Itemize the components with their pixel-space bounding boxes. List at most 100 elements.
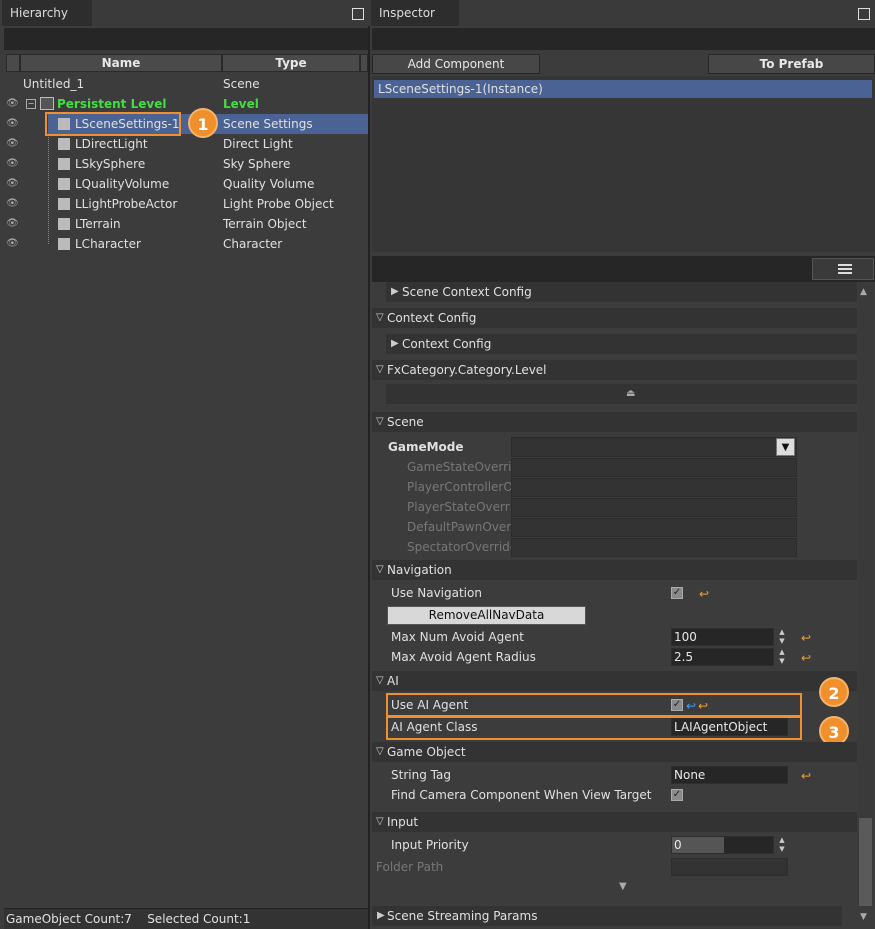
section-context-config[interactable]: ▽ Context Config <box>372 308 857 328</box>
callout-badge-2: 2 <box>819 677 849 707</box>
hierarchy-panel: Hierarchy Name Type Untitled_1 Scene 👁 −… <box>0 0 370 929</box>
item-name: LTerrain <box>75 217 121 231</box>
add-component-button[interactable]: Add Component <box>372 54 540 74</box>
spectator-field <box>511 538 797 557</box>
item-type: Scene Settings <box>223 117 313 131</box>
player-controller-label: PlayerControllerO <box>407 480 511 494</box>
reset-icon[interactable]: ↩ <box>801 651 811 665</box>
hierarchy-search[interactable] <box>4 28 368 50</box>
tree-row-level[interactable]: 👁 − Persistent Level Level <box>0 94 368 114</box>
game-state-label: GameStateOverric <box>407 460 511 474</box>
collapse-icon: ▽ <box>376 564 384 575</box>
max-avoid-radius-input[interactable]: 2.5 <box>671 648 774 666</box>
section-ai[interactable]: ▽ AI <box>372 671 857 691</box>
component-instance[interactable]: LSceneSettings-1(Instance) <box>374 80 872 98</box>
expand-icon: ▶ <box>391 286 399 297</box>
item-type: Light Probe Object <box>223 197 334 211</box>
scene-type: Scene <box>223 77 260 91</box>
column-header-name[interactable]: Name <box>20 54 222 72</box>
section-navigation[interactable]: ▽ Navigation <box>372 560 857 580</box>
reset-icon[interactable]: ↩ <box>801 631 811 645</box>
reset-icon[interactable]: ↩ <box>801 769 811 783</box>
eye-icon[interactable]: 👁 <box>6 157 20 171</box>
pin-icon[interactable] <box>352 8 364 20</box>
spinner-icon[interactable]: ▲ ▼ <box>778 836 786 854</box>
scroll-down-icon[interactable]: ▼ <box>860 912 867 922</box>
game-mode-select[interactable] <box>511 437 797 457</box>
tree-row[interactable]: 👁 LSkySphere Sky Sphere <box>0 154 368 174</box>
scrollbar-track[interactable] <box>858 284 873 909</box>
eye-icon[interactable]: 👁 <box>6 197 20 211</box>
player-state-field <box>511 498 797 517</box>
tree-row[interactable]: 👁 LDirectLight Direct Light <box>0 134 368 154</box>
item-name: LCharacter <box>75 237 141 251</box>
callout-badge-1: 1 <box>188 108 218 138</box>
use-navigation-checkbox[interactable]: ✓ <box>671 587 683 599</box>
spinner-icon[interactable]: ▲ ▼ <box>778 628 786 646</box>
collapse-down-icon[interactable]: ▼ <box>619 881 627 892</box>
highlight-box-2 <box>386 693 802 717</box>
game-mode-label: GameMode <box>388 440 464 454</box>
scene-name: Untitled_1 <box>23 77 85 91</box>
collapse-icon: ▽ <box>376 364 384 375</box>
item-name: LDirectLight <box>75 137 148 151</box>
to-prefab-button[interactable]: To Prefab <box>708 54 875 74</box>
item-type: Direct Light <box>223 137 293 151</box>
tree-row[interactable]: 👁 LCharacter Character <box>0 234 368 254</box>
section-scene-context-config[interactable]: ▶ Scene Context Config <box>386 282 857 302</box>
level-name: Persistent Level <box>57 97 167 111</box>
item-name: LLightProbeActor <box>75 197 178 211</box>
eject-icon: ⏏ <box>626 388 636 399</box>
inspector-tab[interactable]: Inspector <box>371 0 459 26</box>
hierarchy-tab[interactable]: Hierarchy <box>2 0 92 26</box>
eye-icon[interactable]: 👁 <box>6 217 20 231</box>
eye-icon[interactable]: 👁 <box>6 177 20 191</box>
eye-icon[interactable]: 👁 <box>6 97 20 111</box>
status-bar: GameObject Count:7 Selected Count:1 <box>4 908 368 929</box>
item-type: Sky Sphere <box>223 157 291 171</box>
player-state-label: PlayerStateOverri <box>407 500 511 514</box>
column-header-type[interactable]: Type <box>222 54 360 72</box>
eye-icon[interactable]: 👁 <box>6 117 20 131</box>
pin-icon[interactable] <box>858 8 870 20</box>
section-fx-category[interactable]: ▽ FxCategory.Category.Level <box>372 360 857 380</box>
chevron-down-icon[interactable]: ▼ <box>776 438 795 456</box>
menu-icon[interactable] <box>812 258 874 280</box>
section-scene-streaming[interactable]: ▶ Scene Streaming Params <box>372 906 842 926</box>
tree-row[interactable]: 👁 LTerrain Terrain Object <box>0 214 368 234</box>
eye-icon[interactable]: 👁 <box>6 137 20 151</box>
item-type: Terrain Object <box>223 217 307 231</box>
component-list <box>372 76 875 252</box>
scroll-up-icon[interactable]: ▲ <box>860 287 867 297</box>
folder-path-label: Folder Path <box>376 860 444 874</box>
section-scene[interactable]: ▽ Scene <box>372 412 857 432</box>
string-tag-input[interactable]: None <box>671 766 788 784</box>
level-icon <box>40 97 54 110</box>
section-context-config-sub[interactable]: ▶ Context Config <box>386 334 857 354</box>
tree-row[interactable]: 👁 LQualityVolume Quality Volume <box>0 174 368 194</box>
find-camera-label: Find Camera Component When View Target <box>391 788 652 802</box>
item-type: Quality Volume <box>223 177 315 191</box>
string-tag-label: String Tag <box>391 768 451 782</box>
player-controller-field <box>511 478 797 497</box>
input-priority-input[interactable]: 0 <box>671 836 774 854</box>
cube-icon <box>58 198 70 210</box>
reset-icon[interactable]: ↩ <box>699 587 709 601</box>
find-camera-checkbox[interactable]: ✓ <box>671 789 683 801</box>
section-input[interactable]: ▽ Input <box>372 812 857 832</box>
collapse-icon[interactable]: − <box>26 99 36 109</box>
folder-path-input[interactable] <box>671 858 788 876</box>
max-num-avoid-input[interactable]: 100 <box>671 628 774 646</box>
eye-icon[interactable]: 👁 <box>6 237 20 251</box>
remove-all-nav-data-button[interactable]: RemoveAllNavData <box>387 606 586 625</box>
spinner-icon[interactable]: ▲ ▼ <box>778 648 786 666</box>
section-game-object[interactable]: ▽ Game Object <box>372 742 857 762</box>
cube-icon <box>58 178 70 190</box>
default-pawn-label: DefaultPawnOverr <box>407 520 511 534</box>
scrollbar-thumb[interactable] <box>859 818 872 906</box>
tree-row[interactable]: 👁 LLightProbeActor Light Probe Object <box>0 194 368 214</box>
cube-icon <box>58 138 70 150</box>
cube-icon <box>58 238 70 250</box>
tree-row-scene[interactable]: Untitled_1 Scene <box>0 74 368 94</box>
fx-expand-bar[interactable]: ⏏ <box>386 384 857 404</box>
